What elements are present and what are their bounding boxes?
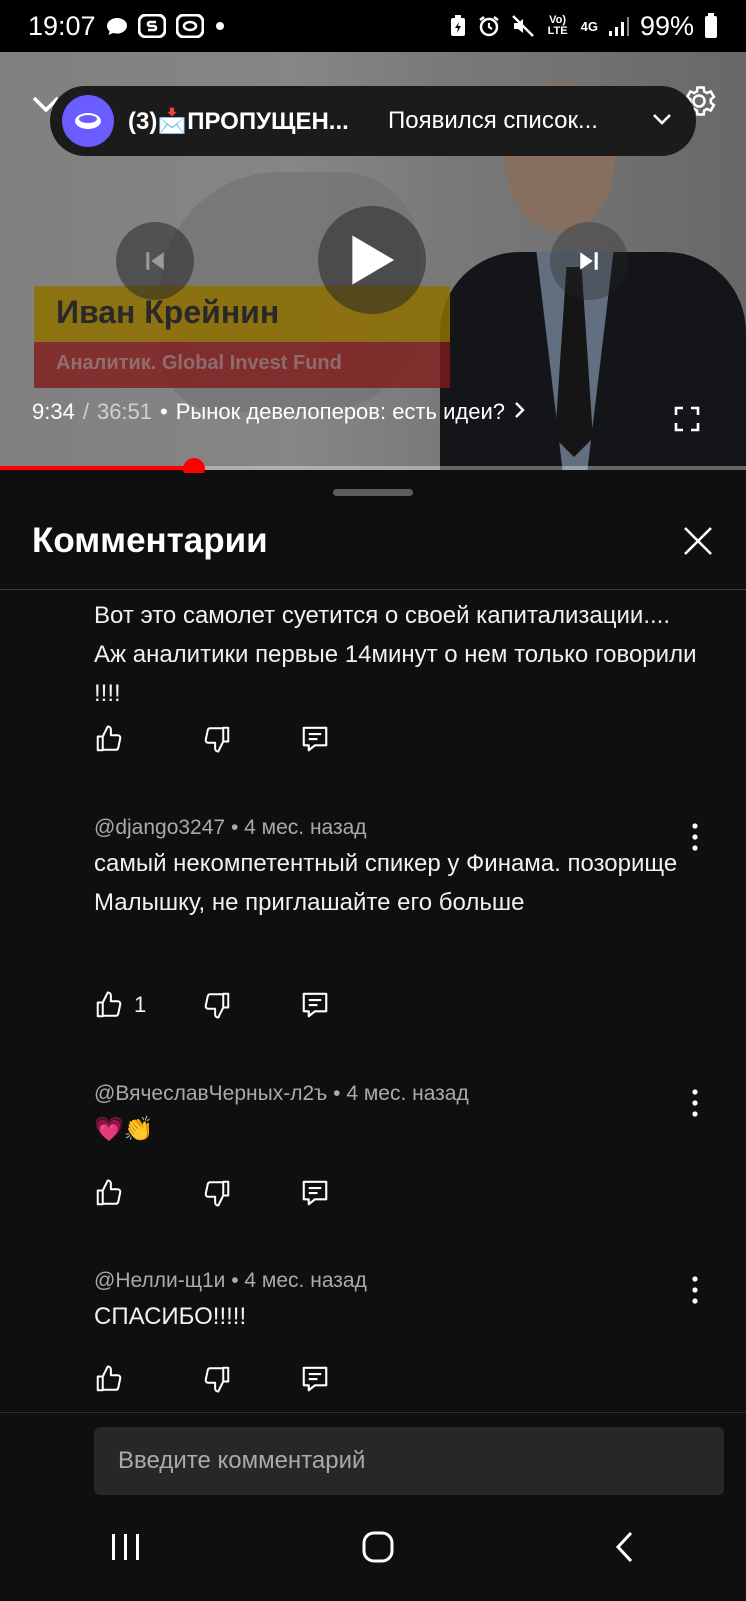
system-nav-bar [0,1498,746,1600]
reply-button[interactable] [300,1178,330,1208]
comment-item: @Нелли-щ1и • 4 мес. назад СПАСИБО!!!!! [94,1269,704,1336]
comment-meta: @ВячеславЧерных-л2ъ • 4 мес. назад [94,1082,704,1106]
back-icon[interactable] [613,1530,637,1569]
home-icon[interactable] [361,1530,395,1569]
next-button[interactable] [550,222,628,300]
reply-icon [302,1180,328,1206]
reply-icon [302,726,328,752]
more-vert-icon[interactable] [690,822,700,857]
comment-text: 💗👏 [94,1116,154,1143]
battery-saver-icon [449,14,467,38]
dislike-button[interactable] [202,724,300,754]
thumbs-up-icon [96,1179,122,1206]
time-row: 9:34 / 36:51 • Рынок девелоперов: есть и… [32,399,527,425]
notification-text: Появился список... [388,107,598,134]
thumbs-down-icon [204,992,230,1019]
chat-bubble-icon [106,16,128,36]
comment-author[interactable]: @Нелли-щ1и [94,1269,225,1292]
dislike-button[interactable] [202,1178,300,1208]
comment-actions: 1 [94,990,330,1020]
comment-actions [94,1178,330,1208]
close-icon[interactable] [682,525,714,562]
comment-actions [94,724,330,754]
like-button[interactable]: 1 [94,990,202,1020]
like-count: 1 [134,992,147,1017]
comment-meta: @Нелли-щ1и • 4 мес. назад [94,1269,704,1293]
like-button[interactable] [94,724,202,754]
recent-apps-icon[interactable] [109,1532,143,1567]
current-time: 9:34 [32,399,75,424]
thumbs-down-icon [204,726,230,753]
comment-age: 4 мес. назад [244,816,367,839]
volte-icon: Vo) LTE [545,15,571,37]
comment-meta: @django3247 • 4 мес. назад [94,816,704,840]
status-time: 19:07 [28,10,96,41]
expand-chevron-icon[interactable] [650,107,674,136]
messenger-app-icon [62,95,114,147]
more-vert-icon[interactable] [690,1088,700,1123]
battery-icon [704,13,718,39]
comment-text: Вот это самолет суетится о своей капитал… [94,602,697,707]
dot-icon [214,20,226,32]
comment-age: 4 мес. назад [244,1269,367,1292]
reply-button[interactable] [300,990,330,1020]
reply-icon [302,992,328,1018]
comment-text: СПАСИБО!!!!! [94,1303,247,1330]
reply-icon [302,1366,328,1392]
duration: 36:51 [96,399,153,424]
dislike-button[interactable] [202,990,300,1020]
comment-actions [94,1364,330,1394]
play-button[interactable] [318,206,426,314]
comment-input[interactable]: Введите комментарий [94,1427,724,1495]
thumbs-up-icon [96,1365,122,1392]
alarm-icon [477,14,501,38]
app-icon [175,14,204,38]
chapter-separator: • [160,399,168,424]
like-button[interactable] [94,1178,202,1208]
chevron-right-icon[interactable] [513,399,527,425]
meta-separator: • [231,1269,245,1292]
thumbs-up-icon [96,991,122,1018]
meta-separator: • [230,816,245,839]
comment-item: Вот это самолет суетится о своей капитал… [94,592,704,713]
status-bar: 19:07 Vo) LTE 4G 99% [0,0,746,52]
battery-percent: 99% [639,10,694,41]
comment-item: @ВячеславЧерных-л2ъ • 4 мес. назад 💗👏 [94,1082,704,1149]
network-gen-label: 4G [580,18,598,34]
skip-next-icon [580,252,598,270]
comment-age: 4 мес. назад [346,1082,469,1105]
samsung-icon [137,14,166,38]
dislike-button[interactable] [202,1364,300,1394]
comment-author[interactable]: @ВячеславЧерных-л2ъ [94,1082,327,1105]
thumbs-up-icon [96,725,122,752]
fullscreen-icon[interactable] [674,406,700,437]
skip-previous-icon [146,252,164,270]
chapter-title[interactable]: Рынок девелоперов: есть идеи? [176,399,505,425]
signal-icon [608,15,630,37]
thumbs-down-icon [204,1180,230,1207]
video-player[interactable]: Иван Крейнин Аналитик. Global Invest Fun… [0,52,746,470]
volte-label: Vo) LTE [547,14,568,37]
progress-fill [0,466,194,470]
thumbs-down-icon [204,1366,230,1393]
notification-title: (3)📩ПРОПУЩЕН... [128,107,349,135]
comment-author[interactable]: @django3247 [94,816,225,839]
mute-icon [511,14,535,38]
drag-handle[interactable] [333,489,413,496]
notification-banner[interactable]: (3)📩ПРОПУЩЕН... Появился список... [50,86,696,156]
comments-title: Комментарии [32,521,268,560]
more-vert-icon[interactable] [690,1275,700,1310]
previous-button[interactable] [116,222,194,300]
comments-list[interactable]: Вот это самолет суетится о своей капитал… [0,590,746,1412]
play-icon [352,235,395,285]
meta-separator: • [333,1082,347,1105]
like-button[interactable] [94,1364,202,1394]
comment-text: самый некомпетентный спикер у Финама. по… [94,850,678,916]
comment-item: @django3247 • 4 мес. назад самый некомпе… [94,816,704,922]
reply-button[interactable] [300,1364,330,1394]
time-separator: / [82,399,89,424]
comments-sheet: Комментарии Вот это самолет суетится о с… [0,473,746,1601]
reply-button[interactable] [300,724,330,754]
